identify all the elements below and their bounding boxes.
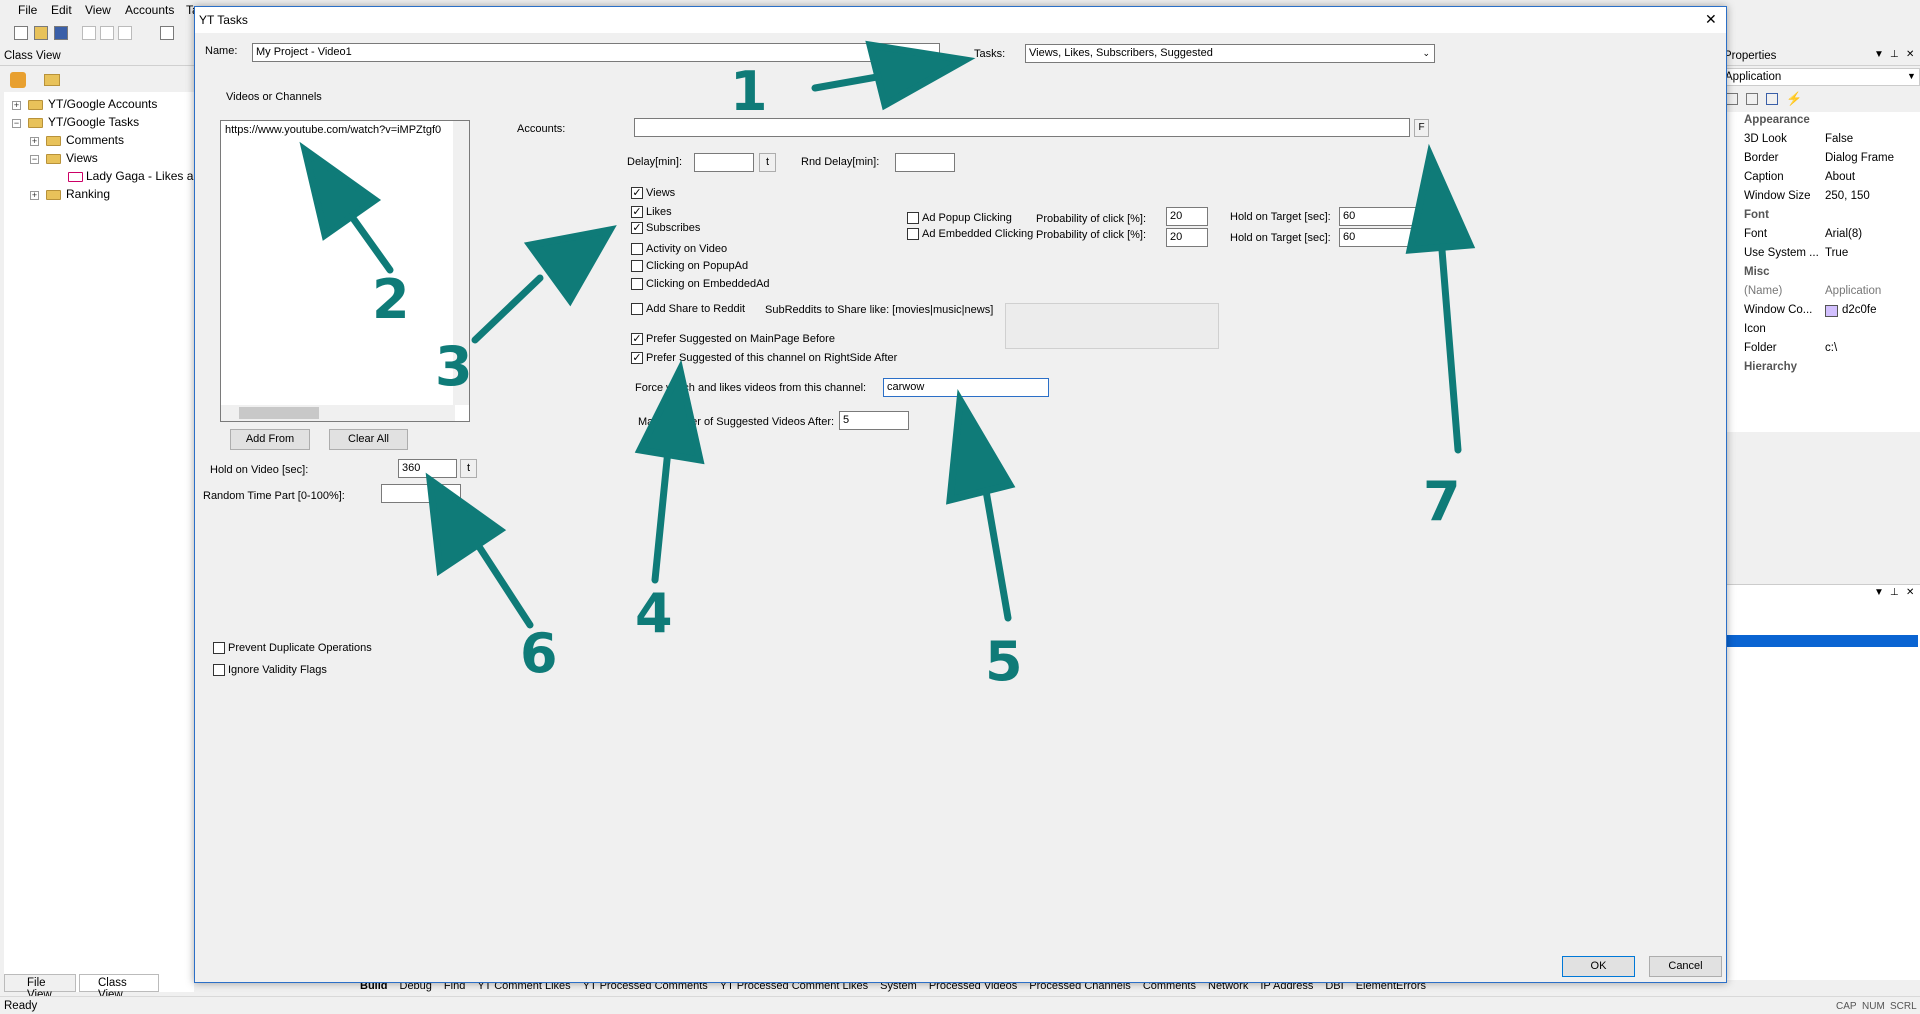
annotation-arrows [299,40,1476,629]
annotation-4: 4 [635,582,673,645]
arrow-3 [471,274,544,344]
arrow-3-head [523,225,617,307]
arrow-1-head [865,40,976,111]
annotation-2: 2 [372,268,410,331]
arrow-5 [981,481,1012,622]
arrow-2-head [299,141,382,241]
arrow-4-head [634,359,705,465]
arrow-6 [474,541,534,629]
arrow-7 [1438,246,1462,454]
arrow-5-head [946,388,1016,505]
annotation-3: 3 [435,335,473,398]
annotation-5: 5 [985,630,1023,693]
arrow-7-head [1405,143,1476,254]
arrow-4 [651,446,672,584]
annotation-6: 6 [520,622,558,685]
annotation-1: 1 [730,60,768,123]
annotation-7: 7 [1423,470,1461,533]
